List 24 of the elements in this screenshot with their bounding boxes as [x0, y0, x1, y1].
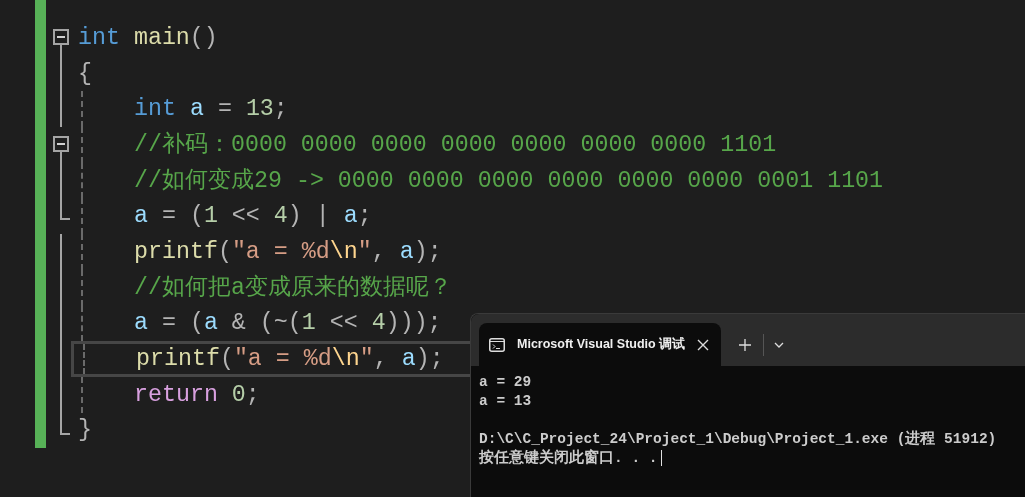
console-output: 按任意键关闭此窗口. . . [479, 448, 658, 467]
console-output: a = 29 [479, 373, 532, 390]
code-line: a = (a & (~(1 << 4))); [134, 309, 442, 339]
console-output: a = 13 [479, 392, 532, 409]
collapse-icon[interactable] [53, 29, 69, 45]
code-line: int a = 13; [134, 95, 288, 125]
code-line: return 0; [134, 380, 260, 410]
terminal-tab[interactable]: Microsoft Visual Studio 调试 [479, 323, 722, 366]
code-line: a = (1 << 4) | a; [134, 202, 372, 232]
code-line: int main() [78, 23, 218, 53]
code-line: //补码：0000 0000 0000 0000 0000 0000 0000 1101 [134, 130, 777, 160]
code-line: } [78, 416, 92, 446]
console-output: D:\C\C_Project_24\Project_1\Debug\Project_1.exe (进程 51912) [479, 429, 997, 448]
text-cursor [660, 449, 662, 466]
code-line: printf("a = %d\n", a); [136, 345, 444, 375]
code-line: printf("a = %d\n", a); [134, 237, 442, 267]
code-line: //如何变成29 -> 0000 0000 0000 0000 0000 0000 0001 1101 [134, 166, 884, 196]
code-line: { [78, 59, 92, 89]
collapse-icon[interactable] [53, 136, 69, 153]
plus-icon[interactable] [739, 339, 752, 351]
close-icon[interactable] [697, 338, 710, 351]
terminal-icon [489, 337, 505, 352]
code-line: //如何把a变成原来的数据呢？ [134, 273, 452, 303]
chevron-down-icon[interactable] [774, 342, 785, 348]
